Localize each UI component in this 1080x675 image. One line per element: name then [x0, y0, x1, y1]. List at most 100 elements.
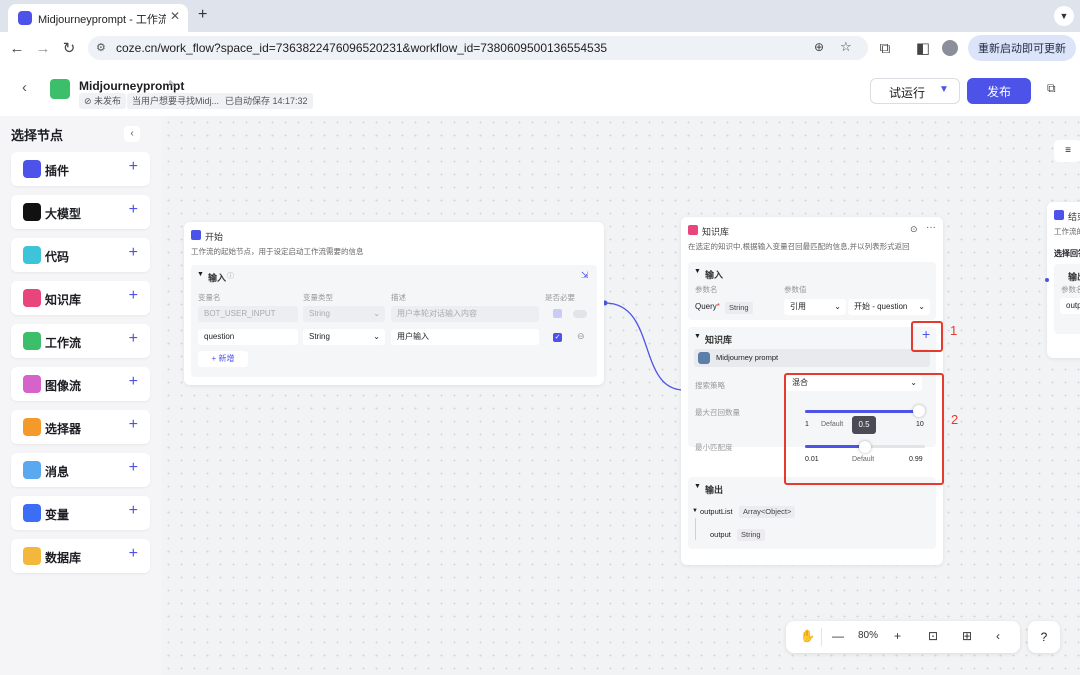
node-settings-icon[interactable]: ⊙ — [910, 224, 918, 235]
sidebar-item[interactable]: 数据库 + — [11, 539, 150, 573]
kb-item-avatar — [698, 352, 710, 364]
zoom-level[interactable]: 80% — [858, 630, 878, 641]
remove-row-icon[interactable]: ⊖ — [577, 331, 585, 342]
edge-start-to-knowledge — [602, 300, 688, 394]
start-node-title: 开始 — [205, 232, 224, 242]
back-arrow-icon[interactable]: ← — [6, 37, 28, 59]
minimap-icon[interactable]: ⊞ — [962, 629, 972, 643]
expand-caret-icon[interactable]: ▼ — [692, 508, 698, 514]
edit-icon[interactable]: ✎ — [168, 79, 176, 90]
ref-select[interactable]: 引用 ⌄ — [784, 299, 846, 315]
bookmark-star-icon[interactable]: ☆ — [840, 39, 852, 55]
zoom-icon[interactable]: ⊕ — [814, 40, 824, 54]
knowledge-icon — [23, 289, 41, 307]
node-sidebar: 选择节点 ‹ 插件 + 大模型 + 代码 + 知识库 + 工作流 + 图像流 + 选择器 + 消息 + 变量 + 数… — [0, 116, 163, 675]
add-node-icon[interactable]: + — [129, 330, 138, 348]
fit-view-icon[interactable]: ⊡ — [928, 629, 938, 643]
sidebar-item[interactable]: 插件 + — [11, 152, 150, 186]
sidebar-item[interactable]: 选择器 + — [11, 410, 150, 444]
kb-output-title: 输出 — [705, 485, 724, 495]
zoom-in-icon[interactable]: + — [894, 629, 901, 643]
help-button[interactable]: ? — [1028, 621, 1060, 653]
sidebar-item-label: 工作流 — [45, 336, 82, 350]
url-text: coze.cn/work_flow?space_id=7363822476096… — [116, 41, 608, 55]
sidebar-item[interactable]: 图像流 + — [11, 367, 150, 401]
add-knowledge-button[interactable]: + — [922, 326, 930, 342]
database-icon — [23, 547, 41, 565]
new-tab-button[interactable]: + — [198, 6, 207, 24]
var-type-field[interactable]: String ⌄ — [303, 329, 385, 345]
add-node-icon[interactable]: + — [129, 244, 138, 262]
knowledge-node-desc: 在选定的知识中,根据输入变量召回最匹配的信息,并以列表形式返回 — [688, 242, 910, 251]
auto-layout-icon[interactable]: ‹ — [996, 629, 1000, 643]
sidebar-item[interactable]: 大模型 + — [11, 195, 150, 229]
add-node-icon[interactable]: + — [129, 459, 138, 477]
site-info-icon[interactable]: ⚙ — [96, 41, 106, 54]
browser-toolbar: ← → ↻ ⚙ coze.cn/work_flow?space_id=73638… — [0, 32, 1080, 65]
sidebar-item[interactable]: 知识库 + — [11, 281, 150, 315]
sidebar-item[interactable]: 变量 + — [11, 496, 150, 530]
add-node-icon[interactable]: + — [129, 158, 138, 176]
add-node-icon[interactable]: + — [129, 201, 138, 219]
import-icon[interactable]: ⇲ — [581, 270, 589, 281]
add-node-icon[interactable]: + — [129, 373, 138, 391]
browser-tab[interactable]: Midjourneyprompt - 工作流 - ✕ — [8, 4, 188, 32]
workflow-header: ‹ Midjourneyprompt ✎ ⊘ 未发布 当用户想要寻找Midj..… — [0, 64, 1080, 117]
workflow-icon — [23, 332, 41, 350]
forward-arrow-icon[interactable]: → — [32, 37, 54, 59]
start-node[interactable]: 开始 工作流的起始节点，用于设定启动工作流需要的信息 ▼ 输入 ⓘ ⇲ 变量名 … — [184, 222, 604, 385]
collapse-chevron-icon[interactable]: ▼ — [694, 483, 701, 490]
info-icon: ⓘ — [227, 273, 234, 280]
collapse-chevron-icon[interactable]: ▼ — [694, 268, 701, 275]
annotation-label-2: 2 — [951, 412, 959, 427]
add-node-icon[interactable]: + — [129, 545, 138, 563]
publish-button[interactable]: 发布 — [967, 78, 1031, 104]
end-node[interactable]: 结束 工作流的 选择回答 输出 参数名 outp — [1047, 202, 1080, 358]
side-panel-icon[interactable]: ◧ — [912, 37, 934, 59]
var-desc-field[interactable]: 用户输入 — [391, 329, 539, 345]
sidebar-item[interactable]: 消息 + — [11, 453, 150, 487]
back-chevron-icon[interactable]: ‹ — [22, 79, 27, 96]
collapse-chevron-icon[interactable]: ▼ — [197, 271, 204, 278]
required-checkbox[interactable]: ✓ — [553, 333, 562, 342]
sidebar-item[interactable]: 代码 + — [11, 238, 150, 272]
restart-to-update-button[interactable]: 重新启动即可更新 — [968, 35, 1076, 61]
sidebar-item[interactable]: 工作流 + — [11, 324, 150, 358]
collapse-chevron-icon[interactable]: ▼ — [694, 333, 701, 340]
end-param-field[interactable]: outp — [1060, 298, 1080, 314]
tab-close-icon[interactable]: ✕ — [170, 9, 180, 23]
workflow-canvas[interactable]: 开始 工作流的起始节点，用于设定启动工作流需要的信息 ▼ 输入 ⓘ ⇲ 变量名 … — [162, 116, 1080, 675]
add-node-icon[interactable]: + — [129, 416, 138, 434]
var-name-field[interactable]: question — [198, 329, 298, 345]
workflow-logo-icon — [50, 79, 70, 99]
extensions-icon[interactable]: ⧉ — [874, 37, 896, 59]
start-input-title: 输入 — [208, 273, 227, 283]
kb-item[interactable]: Midjourney prompt — [694, 349, 930, 367]
kb-item-name: Midjourney prompt — [716, 353, 779, 362]
copy-icon[interactable]: ⧉ — [1047, 81, 1056, 96]
canvas-toolbar: ✋ — 80% + ⊡ ⊞ ‹ — [786, 621, 1020, 653]
coze-favicon-icon — [18, 11, 32, 25]
test-run-button[interactable]: 试运行 — [889, 84, 925, 101]
add-node-icon[interactable]: + — [129, 502, 138, 520]
zoom-out-icon[interactable]: — — [832, 629, 844, 643]
add-variable-button[interactable]: + 新增 — [198, 351, 248, 367]
layout-toggle-button[interactable]: ≡ — [1054, 140, 1080, 162]
reload-icon[interactable]: ↻ — [58, 37, 80, 59]
end-output-title: 输出 — [1068, 272, 1080, 282]
tab-list-chevron-icon[interactable]: ▼ — [1054, 6, 1074, 26]
workflow-description: 当用户想要寻找Midj... — [127, 93, 225, 109]
end-output-panel: 输出 参数名 outp — [1054, 264, 1080, 334]
autosave-status: 已自动保存 14:17:32 — [220, 93, 313, 109]
address-bar[interactable]: ⚙ coze.cn/work_flow?space_id=73638224760… — [88, 36, 868, 60]
end-node-section: 选择回答 — [1054, 249, 1080, 258]
collapse-sidebar-button[interactable]: ‹ — [124, 126, 140, 142]
test-run-dropdown-icon[interactable]: ▼ — [939, 84, 949, 95]
sidebar-item-label: 插件 — [45, 164, 70, 178]
hand-tool-icon[interactable]: ✋ — [800, 629, 815, 643]
more-icon[interactable]: ··· — [926, 222, 936, 233]
add-node-icon[interactable]: + — [129, 287, 138, 305]
min-match-label: 最小匹配度 — [695, 443, 733, 452]
ref-value-select[interactable]: 开始 - question ⌄ — [848, 299, 930, 315]
profile-avatar[interactable] — [942, 40, 958, 56]
